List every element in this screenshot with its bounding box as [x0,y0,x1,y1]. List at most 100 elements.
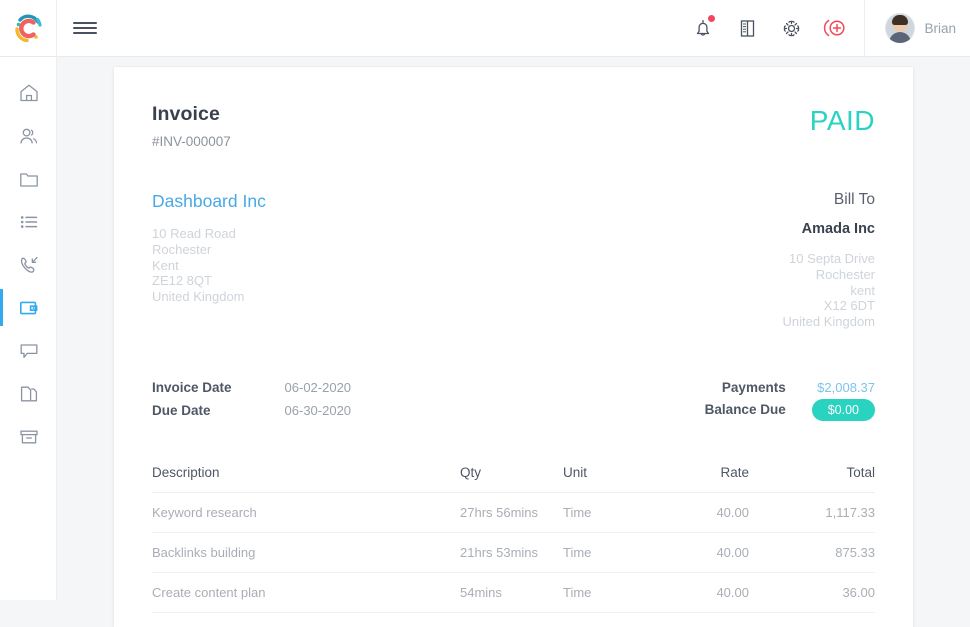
col-header-rate: Rate [675,464,785,493]
sidebar-nav [0,57,57,600]
from-block: Dashboard Inc 10 Read Road Rochester Ken… [152,191,266,330]
sidebar-item-documents[interactable] [0,372,57,415]
col-header-qty: Qty [460,464,563,493]
main-content: Invoice #INV-000007 PAID Dashboard Inc 1… [57,57,970,627]
invoice-date-value: 06-02-2020 [284,379,352,395]
balance-due-badge-wrap: $0.00 [811,398,875,421]
invoice-meta-row: Invoice Date 06-02-2020 Due Date 06-30-2… [152,379,875,421]
cell-unit: Time [563,572,675,613]
address-line: United Kingdom [152,289,245,305]
address-line: Rochester [152,241,212,257]
cell-rate: 40.00 [675,572,785,613]
invoice-title-block: Invoice #INV-000007 [152,103,231,149]
contacts-icon [19,128,37,143]
menu-toggle-button[interactable] [57,0,113,57]
cell-description: Create content plan [152,572,460,613]
cell-unit: Time [563,492,675,533]
hamburger-bar [73,32,97,34]
payments-value[interactable]: $2,008.37 [817,380,875,395]
sidebar-item-projects[interactable] [0,157,57,200]
sidebar-item-home[interactable] [0,71,57,114]
sidebar-item-messages[interactable] [0,329,57,372]
home-icon [19,84,38,101]
address-line: United Kingdom [782,314,876,330]
app-logo-c-icon [15,14,42,43]
hamburger-bar [73,27,97,29]
sidebar-item-invoices[interactable] [0,286,57,329]
line-items-body: Keyword research 27hrs 56mins Time 40.00… [152,492,875,613]
user-name-label: Brian [924,20,956,36]
settings-gear-icon [783,20,800,36]
balance-due-badge: $0.00 [811,398,875,421]
add-circle-button[interactable] [822,15,848,41]
col-header-description: Description [152,464,460,493]
payments-label: Payments [721,379,786,395]
cell-qty: 21hrs 53mins [460,532,563,573]
cell-rate: 40.00 [675,492,785,533]
cell-description: Backlinks building [152,532,460,573]
status-badge-paid: PAID [809,105,875,136]
line-items-table: Description Qty Unit Rate Total Keyword … [152,464,875,613]
address-line: Kent [152,257,179,273]
notes-book-button[interactable] [734,15,760,41]
due-date-value: 06-30-2020 [284,403,352,419]
cell-rate: 40.00 [675,532,785,573]
due-date-label: Due Date [152,403,211,419]
address-line: X12 6DT [823,298,875,314]
col-header-total: Total [785,464,875,493]
bill-to-label: Bill To [833,191,875,208]
table-row: Backlinks building 21hrs 53mins Time 40.… [152,532,875,573]
from-address: 10 Read Road Rochester Kent ZE12 8QT Uni… [152,226,266,305]
table-header-row: Description Qty Unit Rate Total [152,464,875,493]
invoice-card: Invoice #INV-000007 PAID Dashboard Inc 1… [114,67,913,627]
address-line: 10 Septa Drive [789,251,875,266]
archive-box-icon [19,430,38,443]
cell-total: 1,117.33 [785,492,875,533]
from-company-name: Dashboard Inc [152,191,266,211]
user-menu[interactable]: Brian [864,0,970,57]
topbar-icon-group [690,15,864,41]
documents-icon [20,386,37,401]
folder-icon [19,172,38,187]
hamburger-bar [73,22,97,24]
invoice-date-label: Invoice Date [152,379,232,395]
invoice-totals: Payments $2,008.37 Balance Due $0.00 [704,379,875,421]
col-header-unit: Unit [563,464,675,493]
add-circle-icon [824,19,846,37]
wallet-invoice-icon [19,301,37,314]
cell-qty: 54mins [460,572,563,613]
sidebar-item-tasks[interactable] [0,200,57,243]
page-title: Invoice [152,103,220,125]
cell-unit: Time [563,532,675,573]
notification-badge-dot [708,15,716,22]
notes-book-icon [740,19,755,37]
address-line: ZE12 8QT [152,273,212,289]
chat-icon [20,343,37,358]
sidebar-item-archive[interactable] [0,415,57,458]
balance-due-label: Balance Due [704,402,786,418]
bill-to-address: 10 Septa Drive Rochester kent X12 6DT Un… [783,251,876,330]
cell-qty: 27hrs 56mins [460,492,563,533]
line-items-header: Description Qty Unit Rate Total [152,464,875,493]
address-row: Dashboard Inc 10 Read Road Rochester Ken… [152,191,875,330]
address-line: Rochester [815,266,875,282]
app-logo[interactable] [0,0,57,57]
user-avatar [885,13,916,43]
bill-to-company-name: Amada Inc [801,221,875,237]
bill-to-block: Bill To Amada Inc 10 Septa Drive Rochest… [783,191,876,330]
invoice-dates: Invoice Date 06-02-2020 Due Date 06-30-2… [152,380,351,419]
sidebar-item-contacts[interactable] [0,114,57,157]
table-row: Create content plan 54mins Time 40.00 36… [152,572,875,613]
list-icon [20,215,37,228]
notifications-bell-button[interactable] [690,15,716,41]
cell-total: 36.00 [785,572,875,613]
table-row: Keyword research 27hrs 56mins Time 40.00… [152,492,875,533]
address-line: kent [850,282,875,298]
address-line: 10 Read Road [152,226,236,241]
top-bar: Brian [0,0,970,57]
cell-description: Keyword research [152,492,460,533]
settings-gear-button[interactable] [778,15,804,41]
sidebar-item-calls[interactable] [0,243,57,286]
invoice-header: Invoice #INV-000007 PAID [152,103,875,149]
invoice-number: #INV-000007 [152,134,231,149]
